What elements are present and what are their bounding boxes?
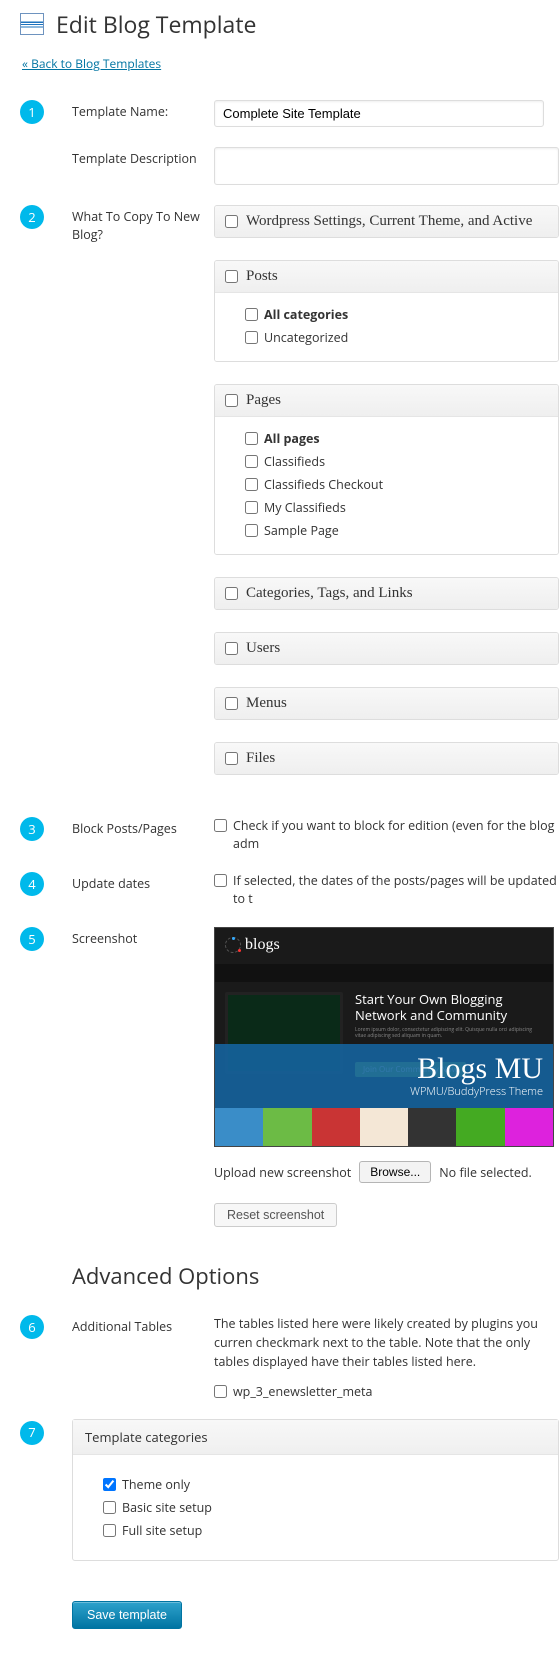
wp-settings-label: Wordpress Settings, Current Theme, and A…	[246, 213, 532, 230]
sample-page-label: Sample Page	[264, 522, 339, 539]
block-text: Check if you want to block for edition (…	[233, 817, 559, 852]
classifieds-checkout-checkbox[interactable]	[245, 478, 258, 491]
no-file-text: No file selected.	[439, 1164, 532, 1181]
template-desc-label: Template Description	[72, 147, 214, 168]
step-badge-7: 7	[20, 1421, 44, 1445]
full-site-checkbox[interactable]	[103, 1524, 116, 1537]
step-badge-1: 1	[20, 100, 44, 124]
all-pages-checkbox[interactable]	[245, 432, 258, 445]
wp-settings-checkbox[interactable]	[225, 215, 238, 228]
additional-tables-label: Additional Tables	[72, 1315, 214, 1336]
reset-screenshot-button[interactable]: Reset screenshot	[214, 1203, 337, 1227]
update-dates-checkbox[interactable]	[214, 874, 227, 887]
save-template-button[interactable]: Save template	[72, 1601, 182, 1629]
step-badge-2: 2	[20, 205, 44, 229]
sample-page-checkbox[interactable]	[245, 524, 258, 537]
basic-site-checkbox[interactable]	[103, 1501, 116, 1514]
all-categories-checkbox[interactable]	[245, 308, 258, 321]
upload-label: Upload new screenshot	[214, 1164, 351, 1181]
wp3-enews-checkbox[interactable]	[214, 1385, 227, 1398]
users-label: Users	[246, 640, 280, 657]
update-dates-label: Update dates	[72, 872, 214, 893]
additional-tables-text: The tables listed here were likely creat…	[214, 1315, 559, 1371]
menus-checkbox[interactable]	[225, 697, 238, 710]
template-name-input[interactable]	[214, 100, 544, 127]
template-categories-title: Template categories	[73, 1420, 558, 1455]
theme-only-checkbox[interactable]	[103, 1478, 116, 1491]
template-icon	[20, 13, 44, 35]
what-to-copy-label: What To Copy To New Blog?	[72, 205, 214, 243]
basic-site-label: Basic site setup	[122, 1499, 212, 1516]
pages-checkbox[interactable]	[225, 394, 238, 407]
pages-title: Pages	[246, 392, 281, 409]
full-site-label: Full site setup	[122, 1522, 202, 1539]
wp3-enews-label: wp_3_enewsletter_meta	[233, 1383, 372, 1401]
advanced-options-title: Advanced Options	[72, 1261, 559, 1291]
uncategorized-label: Uncategorized	[264, 329, 348, 346]
all-categories-label: All categories	[264, 306, 348, 323]
step-badge-3: 3	[20, 817, 44, 841]
step-badge-6: 6	[20, 1315, 44, 1339]
posts-checkbox[interactable]	[225, 270, 238, 283]
posts-title: Posts	[246, 268, 278, 285]
cats-tags-links-label: Categories, Tags, and Links	[246, 585, 413, 602]
classifieds-label: Classifieds	[264, 453, 325, 470]
files-checkbox[interactable]	[225, 752, 238, 765]
screenshot-preview: blogs Start Your Own Blogging Network an…	[214, 927, 554, 1147]
block-label: Block Posts/Pages	[72, 817, 214, 838]
menus-label: Menus	[246, 695, 287, 712]
screenshot-label: Screenshot	[72, 927, 214, 948]
page-title: Edit Blog Template	[20, 8, 559, 40]
step-badge-5: 5	[20, 927, 44, 951]
classifieds-checkout-label: Classifieds Checkout	[264, 476, 383, 493]
update-dates-text: If selected, the dates of the posts/page…	[233, 872, 559, 907]
cats-tags-links-checkbox[interactable]	[225, 587, 238, 600]
back-link[interactable]: « Back to Blog Templates	[22, 55, 161, 72]
template-name-label: Template Name:	[72, 100, 214, 121]
users-checkbox[interactable]	[225, 642, 238, 655]
my-classifieds-label: My Classifieds	[264, 499, 346, 516]
template-desc-input[interactable]	[214, 147, 559, 185]
browse-button[interactable]: Browse...	[359, 1161, 431, 1183]
all-pages-label: All pages	[264, 430, 320, 447]
uncategorized-checkbox[interactable]	[245, 331, 258, 344]
step-badge-4: 4	[20, 872, 44, 896]
files-label: Files	[246, 750, 275, 767]
block-checkbox[interactable]	[214, 819, 227, 832]
theme-only-label: Theme only	[122, 1476, 190, 1493]
my-classifieds-checkbox[interactable]	[245, 501, 258, 514]
page-title-text: Edit Blog Template	[56, 8, 256, 40]
classifieds-checkbox[interactable]	[245, 455, 258, 468]
